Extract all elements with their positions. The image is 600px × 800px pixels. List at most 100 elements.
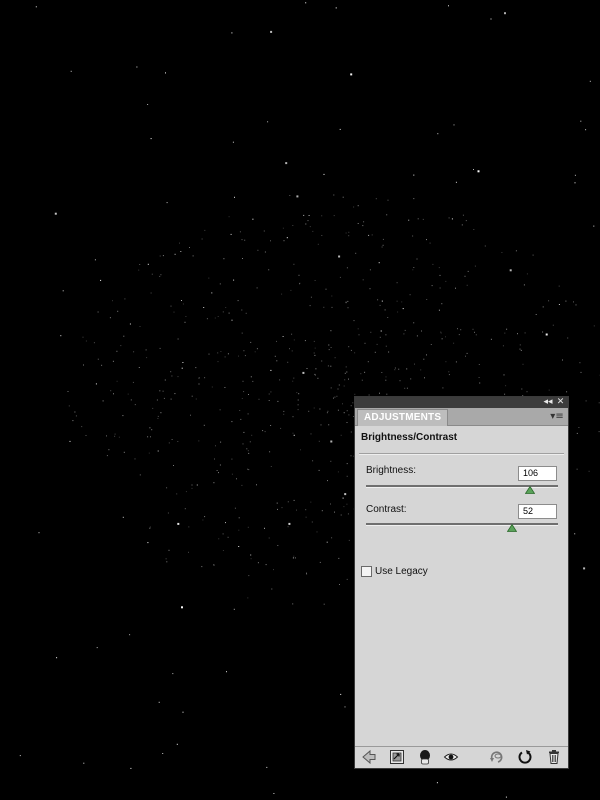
contrast-input[interactable]: 52 xyxy=(518,504,557,519)
reset-icon[interactable] xyxy=(517,749,533,765)
dust-speck xyxy=(189,247,190,248)
clip-to-layer-icon[interactable] xyxy=(389,749,405,765)
adjustment-title: Brightness/Contrast xyxy=(361,432,458,443)
star xyxy=(147,104,149,105)
dust-speck xyxy=(110,390,112,392)
dust-speck xyxy=(97,358,99,360)
dust-speck xyxy=(243,350,245,352)
visibility-toggle-icon[interactable] xyxy=(417,749,433,765)
dust-speck xyxy=(248,469,250,471)
star xyxy=(339,128,341,130)
eye-icon[interactable] xyxy=(443,749,459,765)
dust-speck xyxy=(490,338,492,340)
dust-speck xyxy=(448,371,450,373)
dust-speck xyxy=(134,458,136,460)
dust-speck xyxy=(138,269,140,271)
dust-speck xyxy=(123,451,125,453)
dust-speck xyxy=(280,427,282,429)
dust-speck xyxy=(412,235,414,237)
dust-speck xyxy=(448,217,450,219)
dust-speck xyxy=(239,410,241,411)
dust-speck xyxy=(219,464,221,466)
view-previous-state-icon[interactable] xyxy=(489,749,505,765)
star xyxy=(583,567,586,570)
dust-speck xyxy=(424,377,425,379)
dust-speck xyxy=(314,373,316,375)
star xyxy=(176,743,178,745)
dust-speck xyxy=(282,227,284,229)
dust-speck xyxy=(195,367,197,369)
panel-menu-icon[interactable]: ▾≡ xyxy=(549,410,565,423)
dust-speck xyxy=(277,545,279,546)
dust-speck xyxy=(345,232,347,234)
dust-speck xyxy=(171,375,173,377)
trash-icon[interactable] xyxy=(546,749,562,765)
brightness-input[interactable]: 106 xyxy=(518,466,557,481)
dust-speck xyxy=(478,377,480,378)
dust-speck xyxy=(264,431,266,433)
brightness-slider-thumb[interactable] xyxy=(525,486,536,494)
dust-speck xyxy=(156,399,158,401)
dust-speck xyxy=(241,239,243,241)
tab-adjustments[interactable]: ADJUSTMENTS xyxy=(357,409,449,426)
dust-speck xyxy=(345,302,347,304)
star xyxy=(267,121,269,123)
dust-speck xyxy=(208,353,210,355)
dust-speck xyxy=(340,514,342,516)
dust-speck xyxy=(198,440,200,442)
dust-speck xyxy=(149,526,151,528)
dust-speck xyxy=(348,539,350,541)
dust-speck xyxy=(306,572,307,574)
dust-speck xyxy=(374,351,376,353)
dust-speck xyxy=(479,382,481,384)
star xyxy=(574,174,576,176)
dust-speck xyxy=(268,400,270,401)
dust-speck xyxy=(429,242,431,244)
star xyxy=(589,80,591,82)
dust-speck xyxy=(257,562,259,564)
dust-speck xyxy=(247,413,249,415)
dust-speck xyxy=(270,240,271,242)
dust-speck xyxy=(270,466,272,467)
panel-title-bar[interactable]: ◂◂ ✕ xyxy=(355,397,568,408)
star xyxy=(165,72,166,74)
dust-speck xyxy=(228,312,230,314)
dust-speck xyxy=(300,449,301,451)
use-legacy-checkbox[interactable] xyxy=(361,566,372,577)
contrast-label: Contrast: xyxy=(366,504,407,515)
dust-speck xyxy=(310,433,312,435)
dust-speck xyxy=(127,393,129,395)
dust-speck xyxy=(145,349,147,351)
dust-speck xyxy=(102,400,104,402)
star xyxy=(436,782,438,784)
dust-speck xyxy=(363,221,365,223)
star xyxy=(437,133,439,135)
star xyxy=(593,225,595,227)
dust-speck xyxy=(598,431,600,433)
star xyxy=(574,533,576,535)
dust-speck xyxy=(262,430,264,432)
star xyxy=(342,497,344,499)
collapse-panel-icon[interactable]: ◂◂ xyxy=(542,397,554,408)
dust-speck xyxy=(344,379,346,381)
close-panel-icon[interactable]: ✕ xyxy=(555,397,566,408)
star xyxy=(286,237,288,239)
dust-speck xyxy=(347,300,349,302)
dust-speck xyxy=(120,345,122,347)
star xyxy=(122,516,124,518)
contrast-slider-thumb[interactable] xyxy=(506,524,517,532)
star xyxy=(250,554,252,556)
dust-speck xyxy=(338,384,340,386)
dust-speck xyxy=(204,377,206,379)
star xyxy=(147,263,149,265)
dust-speck xyxy=(176,493,178,495)
contrast-slider-track[interactable] xyxy=(366,523,558,526)
dust-speck xyxy=(202,519,204,521)
arrow-left-icon[interactable] xyxy=(361,749,377,765)
star xyxy=(264,527,265,529)
dust-speck xyxy=(247,526,249,528)
dust-speck xyxy=(313,340,315,342)
dust-speck xyxy=(309,305,311,307)
dust-speck xyxy=(254,351,256,353)
dust-speck xyxy=(298,274,300,276)
